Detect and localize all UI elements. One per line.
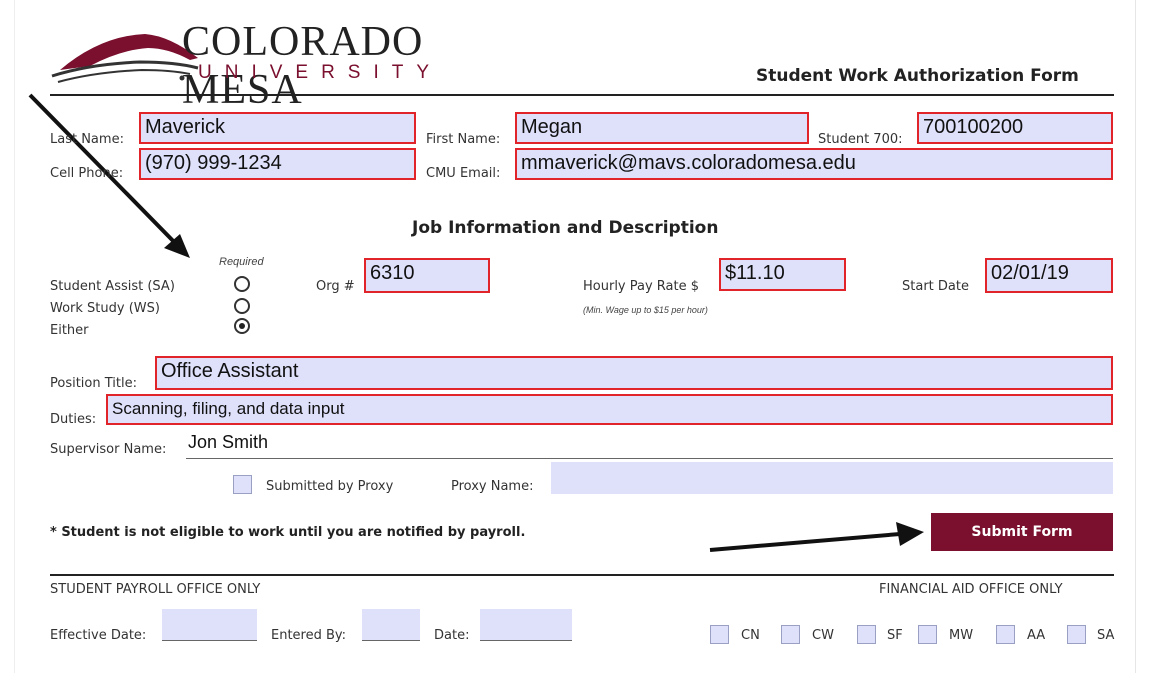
supervisor-field[interactable]: Jon Smith [186,430,1113,459]
position-title-label: Position Title: [50,376,137,391]
last-name-field[interactable]: Maverick [139,112,416,144]
student700-label: Student 700: [818,132,903,147]
radio-student-assist[interactable] [234,276,250,292]
page-edge [1135,0,1136,673]
checkbox-sf-label: SF [887,628,903,643]
last-name-label: Last Name: [50,132,124,147]
supervisor-value: Jon Smith [188,432,269,452]
cell-phone-label: Cell Phone: [50,166,124,181]
page-left-edge [14,0,15,673]
pay-label: Hourly Pay Rate $ [583,279,700,294]
proxy-name-label: Proxy Name: [451,479,534,494]
option-work-study-label: Work Study (WS) [50,301,160,316]
entered-by-field[interactable] [362,609,420,641]
checkbox-mw-label: MW [949,628,974,643]
position-title-field[interactable]: Office Assistant [155,356,1113,390]
checkbox-sa[interactable] [1067,625,1086,644]
duties-label: Duties: [50,412,97,427]
effective-date-label: Effective Date: [50,628,147,643]
checkbox-aa[interactable] [996,625,1015,644]
form-title: Student Work Authorization Form [756,66,1079,86]
start-date-label: Start Date [902,279,969,294]
payroll-office-title: STUDENT PAYROLL OFFICE ONLY [50,582,261,597]
submitted-by-proxy-label: Submitted by Proxy [266,479,394,494]
submitted-by-proxy-checkbox[interactable] [233,475,252,494]
job-section-title: Job Information and Description [412,218,719,238]
pay-field[interactable]: $11.10 [719,258,846,291]
checkbox-cw[interactable] [781,625,800,644]
effective-date-field[interactable] [162,609,257,641]
start-date-field[interactable]: 02/01/19 [985,258,1113,293]
checkbox-cw-label: CW [812,628,834,643]
logo-sub-text: UNIVERSITY [198,62,443,83]
org-label: Org # [316,279,355,294]
proxy-name-field[interactable] [551,462,1113,494]
required-label: Required [219,256,264,268]
checkbox-cn-label: CN [741,628,760,643]
header-divider [50,94,1114,96]
cmu-email-field[interactable]: mmaverick@mavs.coloradomesa.edu [515,148,1113,180]
checkbox-sa-label: SA [1097,628,1115,643]
checkbox-sf[interactable] [857,625,876,644]
checkbox-mw[interactable] [918,625,937,644]
checkbox-aa-label: AA [1027,628,1046,643]
radio-work-study[interactable] [234,298,250,314]
pay-note: (Min. Wage up to $15 per hour) [583,305,708,315]
submit-arrow-icon [709,522,924,552]
first-name-field[interactable]: Megan [515,112,809,144]
eligibility-notice: * Student is not eligible to work until … [50,525,526,540]
submit-form-button[interactable]: Submit Form [931,513,1113,551]
student700-field[interactable]: 700100200 [917,112,1113,144]
checkbox-cn[interactable] [710,625,729,644]
date-field[interactable] [480,609,572,641]
org-field[interactable]: 6310 [364,258,490,293]
footer-divider [50,574,1114,576]
entered-by-label: Entered By: [271,628,347,643]
radio-either[interactable] [234,318,250,334]
cmu-email-label: CMU Email: [426,166,501,181]
option-either-label: Either [50,323,89,338]
date-label: Date: [434,628,470,643]
first-name-label: First Name: [426,132,501,147]
cell-phone-field[interactable]: (970) 999-1234 [139,148,416,180]
option-student-assist-label: Student Assist (SA) [50,279,175,294]
duties-field[interactable]: Scanning, filing, and data input [106,394,1113,425]
finaid-office-title: FINANCIAL AID OFFICE ONLY [879,582,1063,597]
supervisor-label: Supervisor Name: [50,442,167,457]
